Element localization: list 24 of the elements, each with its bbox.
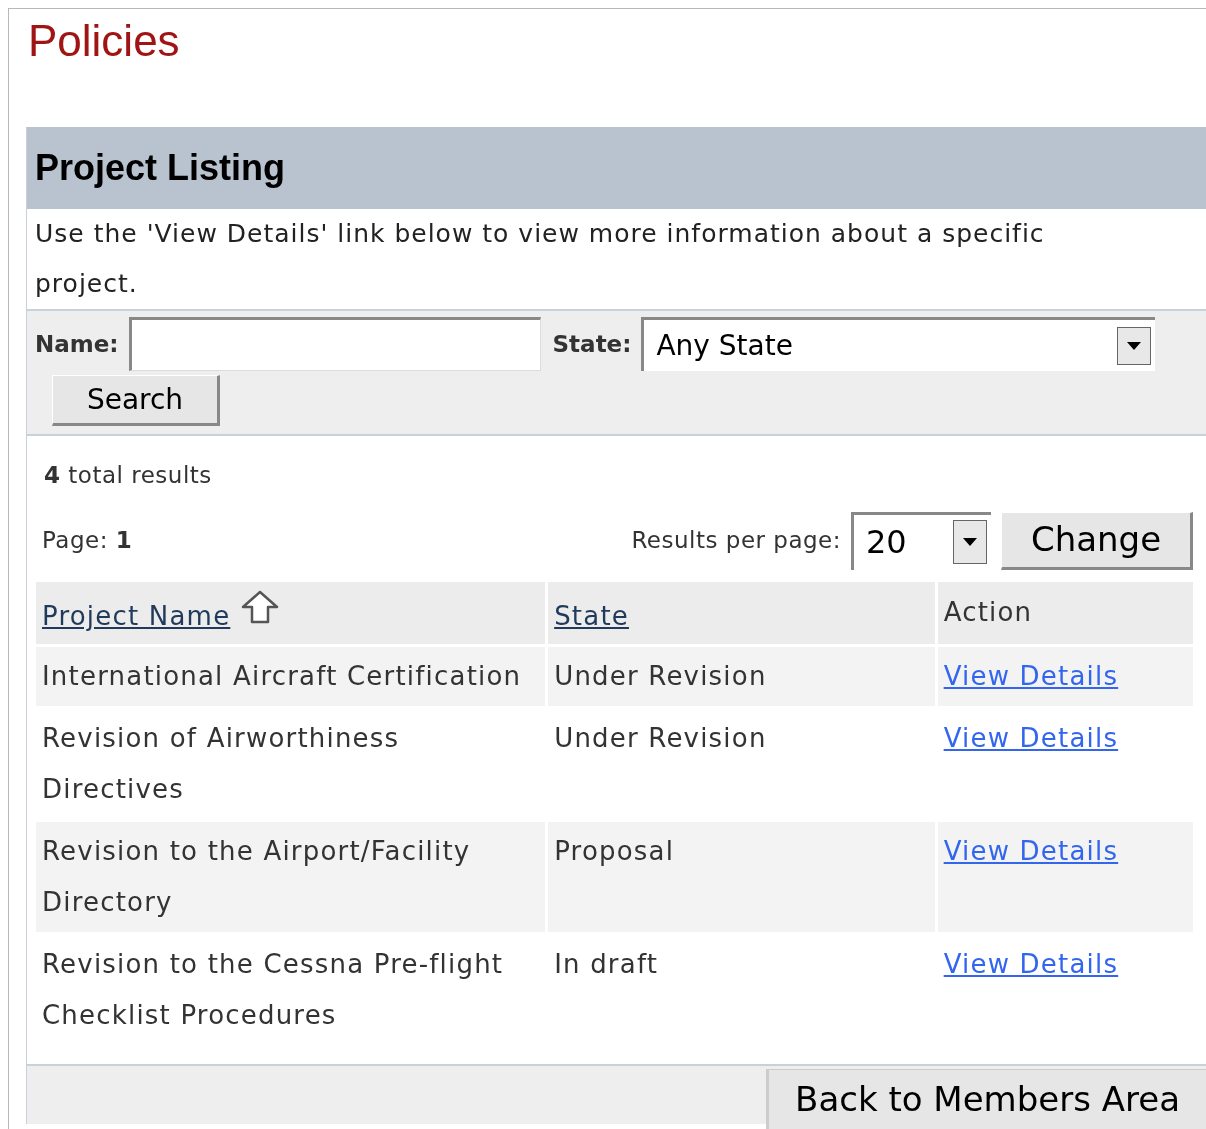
- page-indicator: Page: 1: [41, 526, 133, 556]
- results-per-page-select[interactable]: 20: [851, 511, 991, 570]
- view-details-link[interactable]: View Details: [943, 835, 1119, 866]
- name-field[interactable]: [128, 317, 541, 371]
- panel-title: Project Listing: [35, 146, 286, 190]
- description-text: Use the 'View Details' link below to view more information about a specific project.: [34, 218, 1046, 300]
- state-label: State:: [552, 329, 632, 359]
- state-cell: Proposal: [548, 821, 935, 932]
- name-label: Name:: [35, 329, 119, 359]
- project-name-cell: Revision to the Airport/Facility Directory: [36, 821, 546, 932]
- back-to-members-area-button[interactable]: Back to Members Area: [766, 1069, 1206, 1129]
- results-count: 4 total results: [43, 461, 213, 490]
- column-header: Action: [943, 596, 1033, 629]
- column-header-link[interactable]: State: [554, 597, 629, 636]
- view-details-link[interactable]: View Details: [943, 948, 1119, 979]
- search-button[interactable]: Search: [52, 375, 220, 426]
- page-title: Policies: [27, 15, 181, 67]
- column-header-link[interactable]: Project Name: [42, 597, 231, 636]
- view-details-link[interactable]: View Details: [943, 722, 1119, 753]
- state-cell: Under Revision: [548, 646, 935, 706]
- results-per-page-label: Results per page:: [631, 526, 841, 556]
- change-button[interactable]: Change: [1001, 511, 1193, 570]
- project-name-cell: International Aircraft Certification: [36, 646, 546, 706]
- state-select[interactable]: Any State: [641, 317, 1156, 371]
